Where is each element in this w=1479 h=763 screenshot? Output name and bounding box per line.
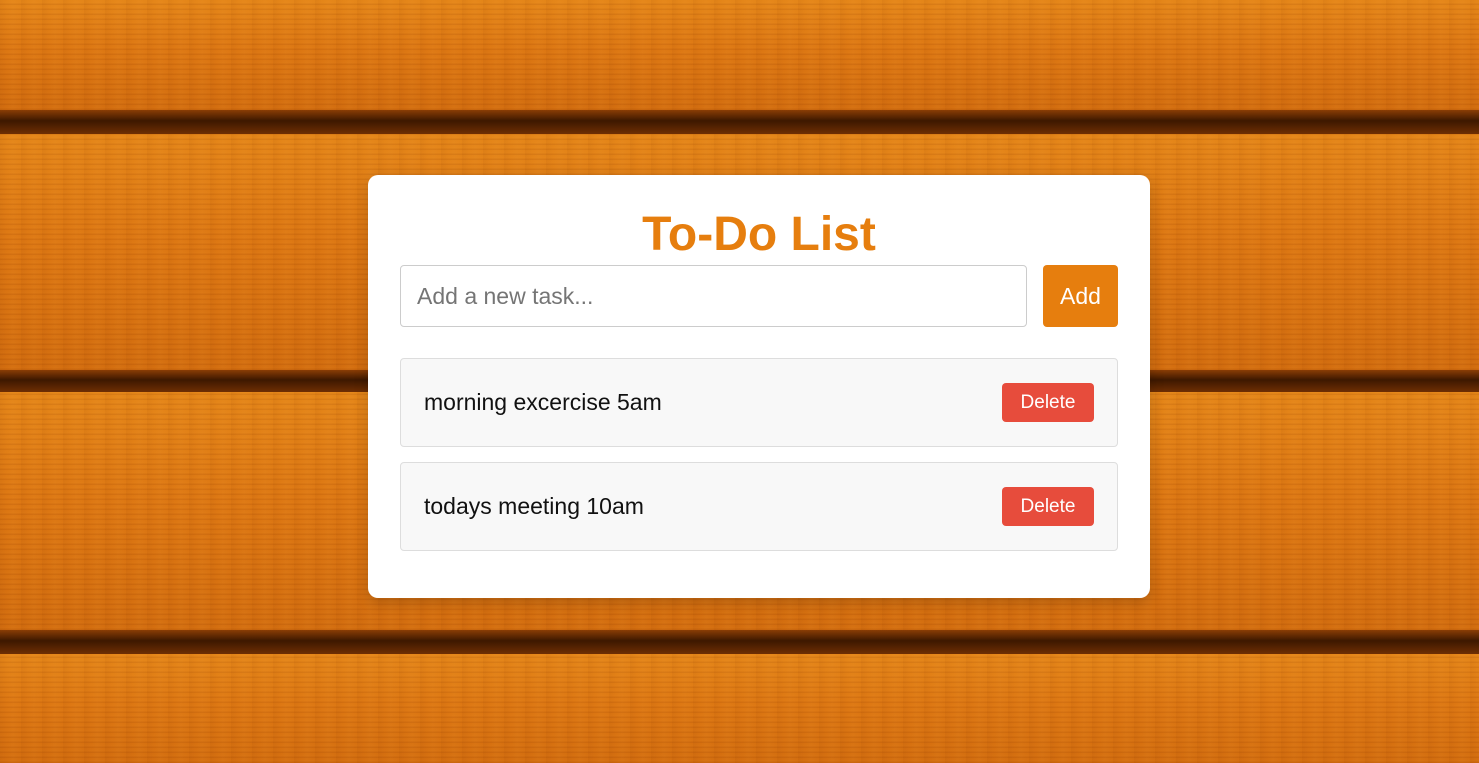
wood-plank-gap (0, 630, 1479, 654)
wood-plank-gap (0, 110, 1479, 134)
delete-task-button[interactable]: Delete (1002, 383, 1094, 422)
task-item: todays meeting 10am Delete (400, 462, 1118, 551)
delete-task-button[interactable]: Delete (1002, 487, 1094, 526)
page-title: To-Do List (642, 208, 876, 261)
todo-card: To-Do List Add morning excercise 5am Del… (368, 175, 1150, 598)
wood-plank (0, 654, 1479, 763)
wood-plank (0, 0, 1479, 110)
task-item: morning excercise 5am Delete (400, 358, 1118, 447)
new-task-input[interactable] (400, 265, 1027, 327)
add-task-button[interactable]: Add (1043, 265, 1118, 327)
task-list: morning excercise 5am Delete todays meet… (400, 358, 1118, 566)
task-text: todays meeting 10am (424, 493, 644, 519)
task-text: morning excercise 5am (424, 389, 662, 415)
